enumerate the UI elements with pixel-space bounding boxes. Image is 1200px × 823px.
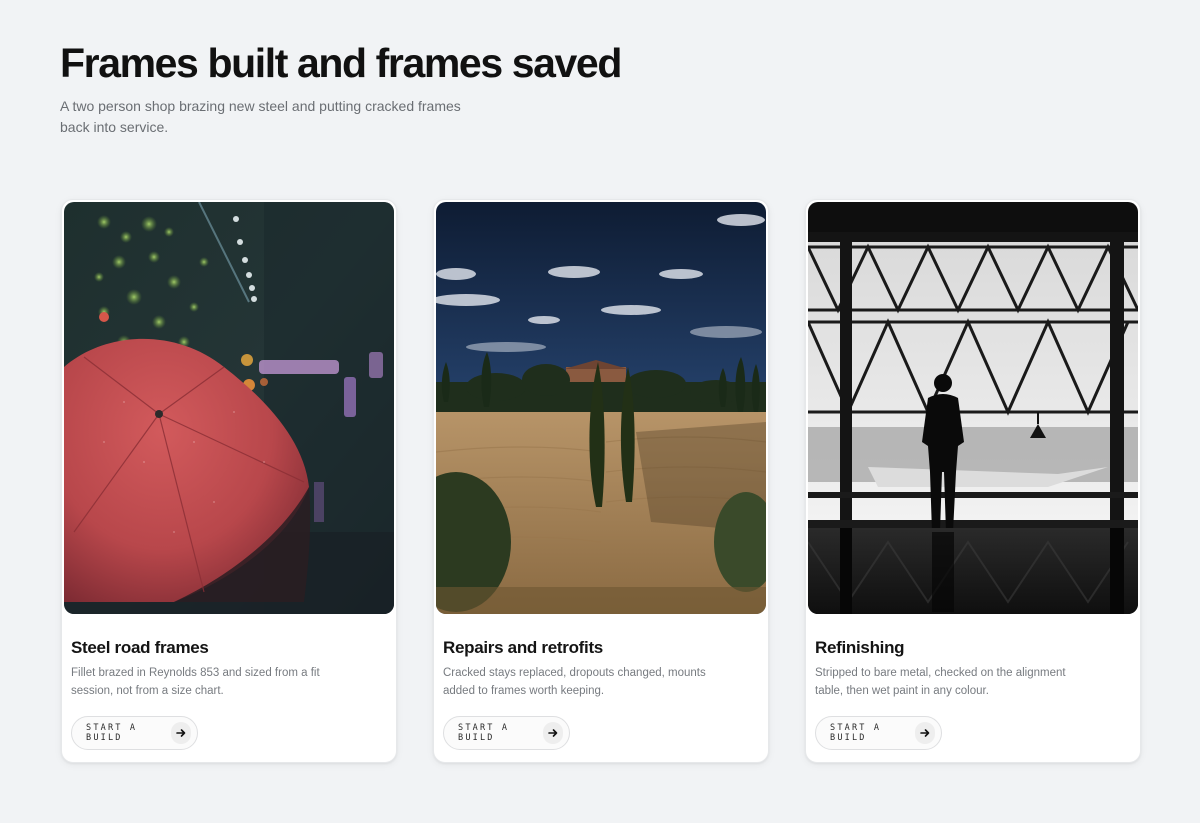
button-label: START A BUILD xyxy=(830,723,882,743)
card-description: Fillet brazed in Reynolds 853 and sized … xyxy=(71,667,320,697)
card-title: Refinishing xyxy=(815,638,905,657)
start-a-build-button[interactable]: START A BUILD xyxy=(815,716,942,750)
arrow-right-icon xyxy=(543,722,563,744)
page-title: Frames built and frames saved xyxy=(60,40,622,86)
service-cards: Steel road frames Fillet brazed in Reyno… xyxy=(61,199,1141,765)
arrow-right-icon xyxy=(171,722,191,744)
arrow-right-icon xyxy=(915,722,935,744)
card-steel-road-frames: Steel road frames Fillet brazed in Reyno… xyxy=(61,199,397,763)
card-repairs-and-retrofits: Repairs and retrofits Cracked stays repl… xyxy=(433,199,769,763)
card-title: Repairs and retrofits xyxy=(443,638,603,657)
start-a-build-button[interactable]: START A BUILD xyxy=(71,716,198,750)
card-description: Stripped to bare metal, checked on the a… xyxy=(815,667,1066,697)
card-photo-hangar xyxy=(808,202,1138,614)
card-title: Steel road frames xyxy=(71,638,209,657)
button-label: START A BUILD xyxy=(86,723,138,743)
page-subtitle: A two person shop brazing new steel and … xyxy=(60,98,461,135)
page: Frames built and frames saved A two pers… xyxy=(0,0,1200,823)
card-description: Cracked stays replaced, dropouts changed… xyxy=(443,667,706,697)
card-photo-tuscan-hill xyxy=(436,202,766,614)
button-label: START A BUILD xyxy=(458,723,510,743)
start-a-build-button[interactable]: START A BUILD xyxy=(443,716,570,750)
card-photo-umbrella xyxy=(64,202,394,614)
card-refinishing: Refinishing Stripped to bare metal, chec… xyxy=(805,199,1141,763)
